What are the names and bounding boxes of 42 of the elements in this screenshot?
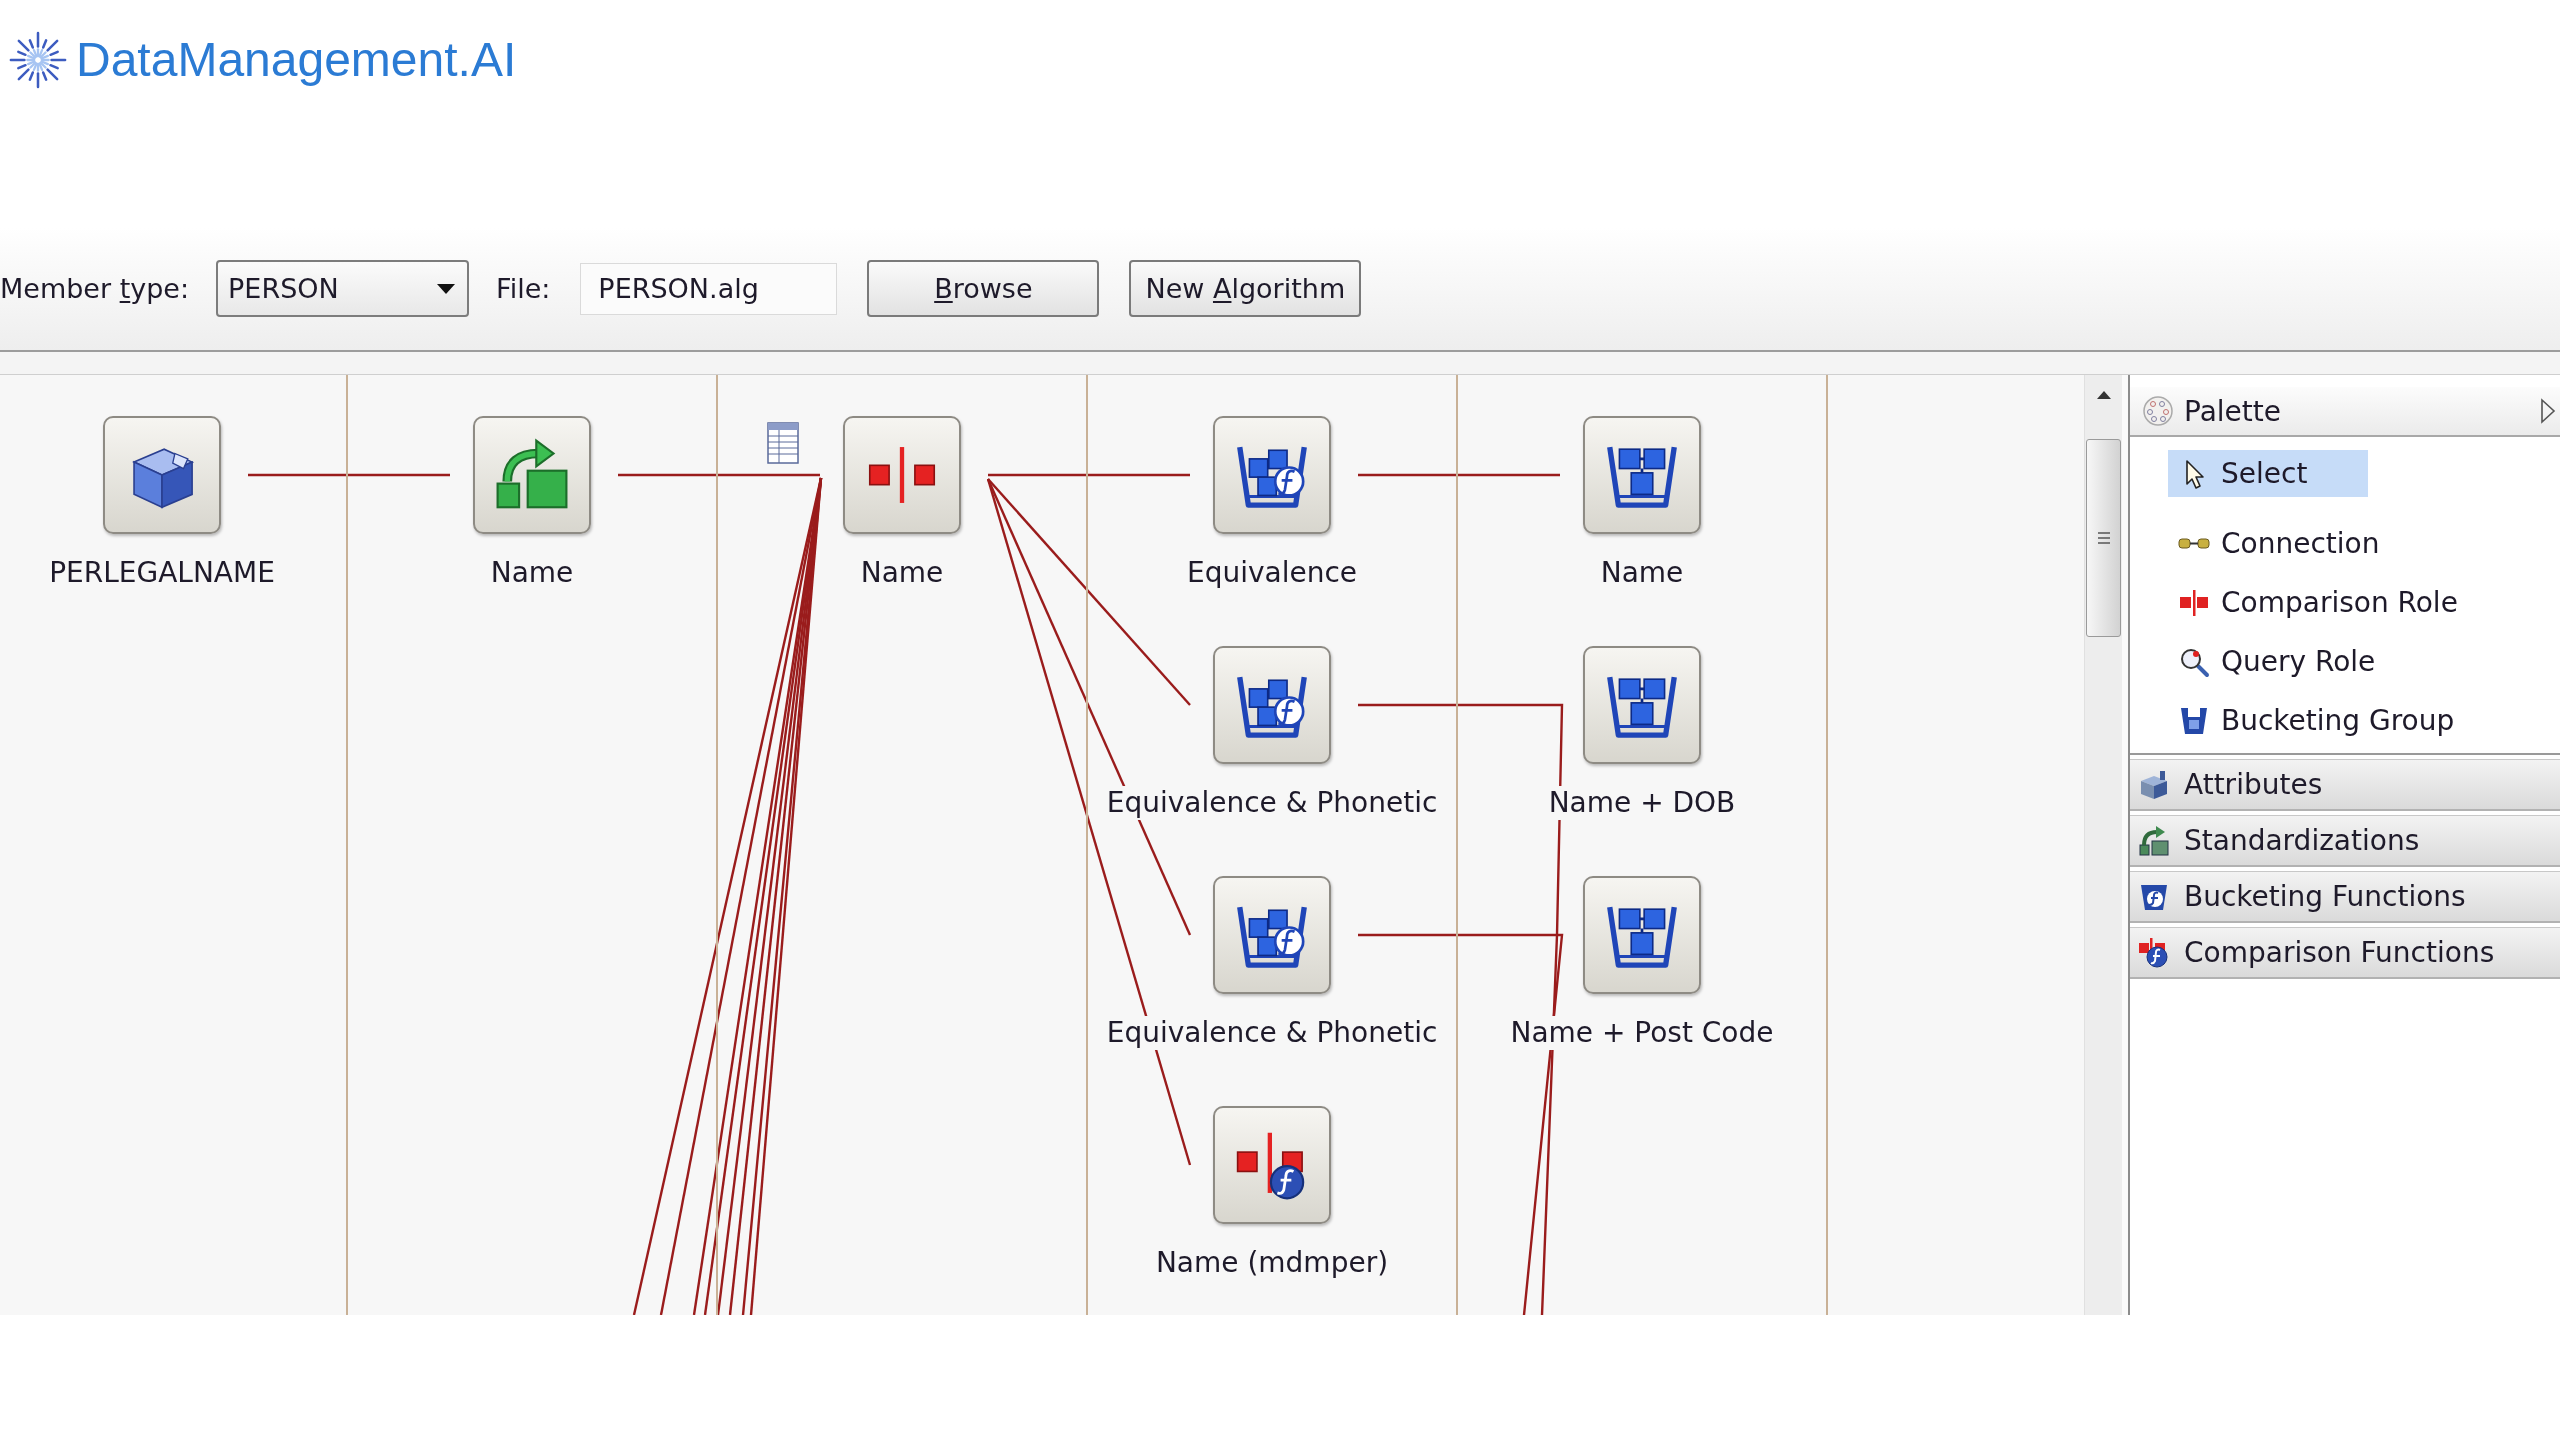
file-field[interactable]: PERSON.alg bbox=[580, 262, 838, 315]
node-label: Equivalence & Phonetic bbox=[1106, 786, 1438, 820]
member-type-label: Member type: bbox=[0, 273, 190, 304]
node-label: Name + Post Code bbox=[1510, 1016, 1774, 1050]
palette-tool[interactable]: Comparison Role bbox=[2168, 579, 2472, 626]
caret-icon bbox=[437, 283, 456, 294]
palette-header[interactable]: Palette bbox=[2130, 387, 2560, 437]
palette-drawer[interactable]: Standardizations bbox=[2130, 815, 2560, 867]
logo-text: DataManagement.AI bbox=[76, 32, 517, 88]
file-label: File: bbox=[496, 273, 551, 304]
scrollbar-track[interactable] bbox=[2084, 375, 2122, 1315]
starburst-icon bbox=[8, 30, 68, 90]
palette-tool[interactable]: Select bbox=[2168, 450, 2368, 497]
cube-icon bbox=[2138, 768, 2170, 801]
palette-tool[interactable]: Connection bbox=[2168, 520, 2394, 567]
split-squares-function-icon bbox=[2138, 936, 2170, 969]
up-arrow-icon bbox=[2096, 391, 2111, 399]
palette-drawer[interactable]: Comparison Functions bbox=[2130, 927, 2560, 979]
palette-icon bbox=[2142, 395, 2174, 427]
palette-drawer[interactable]: Bucketing Functions bbox=[2130, 871, 2560, 923]
bucket-icon bbox=[1583, 646, 1701, 764]
palette-tool[interactable]: Query Role bbox=[2168, 638, 2390, 685]
bucket-function-icon bbox=[1213, 876, 1331, 994]
bucket-icon bbox=[1583, 876, 1701, 994]
cube-icon bbox=[103, 416, 221, 534]
palette-tool[interactable]: Bucketing Group bbox=[2168, 697, 2469, 744]
palette-drawer[interactable]: Attributes bbox=[2130, 759, 2560, 811]
toolbar-button[interactable]: Browse bbox=[867, 260, 1100, 317]
squares-arrow-icon bbox=[2138, 824, 2170, 857]
grip-icon bbox=[2096, 532, 2111, 544]
bucket-function-icon bbox=[1213, 646, 1331, 764]
palette-title: Palette bbox=[2184, 394, 2282, 428]
node-label: Equivalence & Phonetic bbox=[1106, 1016, 1438, 1050]
node-label: Name + DOB bbox=[1548, 786, 1736, 820]
split-squares-function-icon bbox=[1213, 1106, 1331, 1224]
bucket-icon bbox=[1583, 416, 1701, 534]
scrollbar-thumb[interactable] bbox=[2086, 439, 2121, 637]
split-squares-icon bbox=[843, 416, 961, 534]
triangle-icon[interactable] bbox=[2540, 398, 2556, 424]
member-type-dropdown[interactable]: PERSON bbox=[216, 260, 470, 317]
bucket-function-icon bbox=[1213, 416, 1331, 534]
toolbar-button[interactable]: New Algorithm bbox=[1129, 260, 1362, 317]
